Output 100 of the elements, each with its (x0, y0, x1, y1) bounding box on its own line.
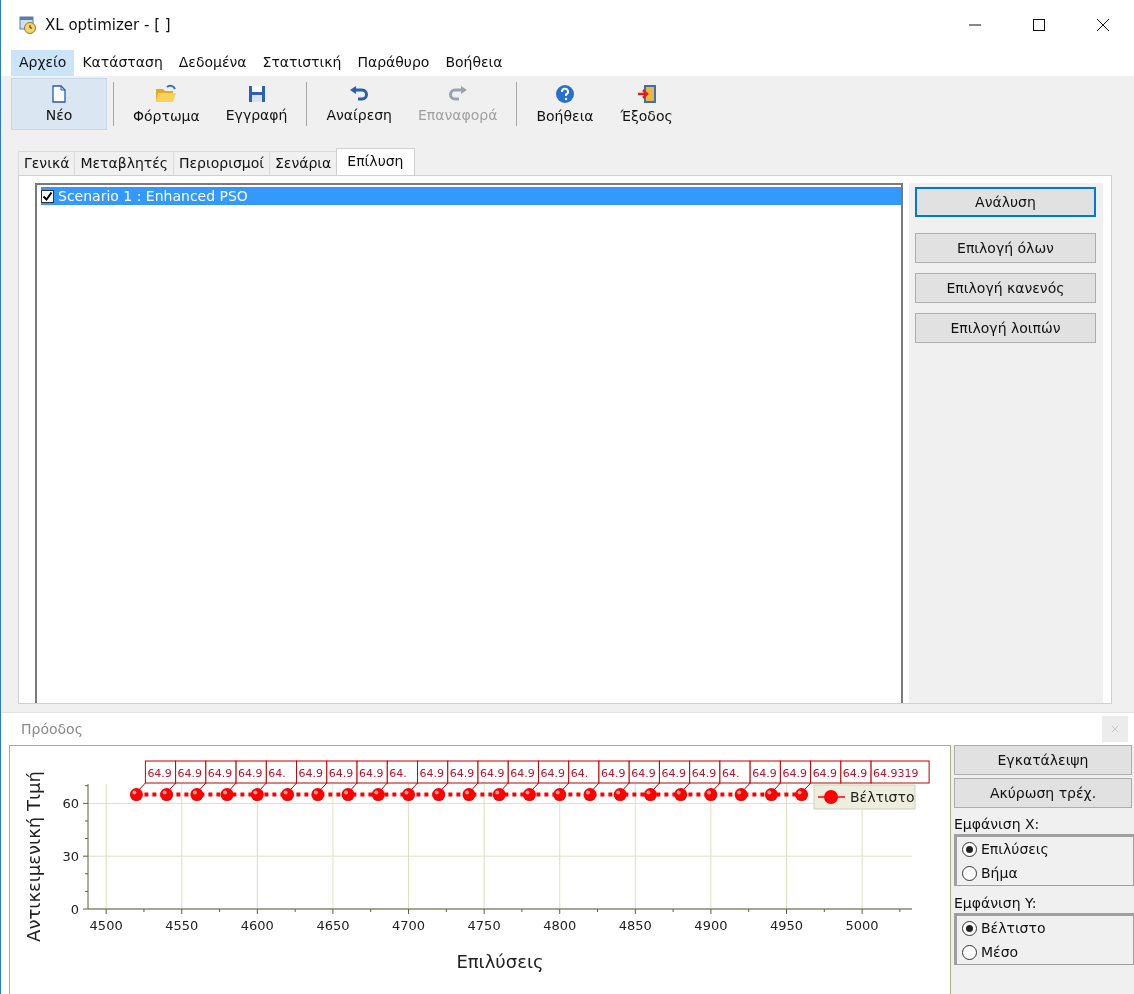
leader-line (622, 782, 630, 791)
data-label: 64.9 (628, 760, 660, 784)
toolbar-button[interactable]: Αναίρεση (313, 78, 405, 130)
data-point (160, 788, 174, 802)
toolbar-button[interactable]: Νέο (11, 78, 107, 130)
leader-line (773, 782, 781, 791)
leader-line (683, 782, 691, 791)
undo-icon (349, 85, 370, 103)
leader-line (501, 782, 509, 791)
checkbox[interactable] (41, 189, 54, 203)
tick-label: 4800 (543, 918, 577, 933)
menu-item[interactable]: Αρχείο (11, 50, 75, 76)
leader-line (532, 782, 539, 791)
group-title: Εμφάνιση Y: (954, 894, 1038, 913)
data-label: 64.9 (417, 760, 449, 784)
toolbar-button[interactable]: Εγγραφή (212, 78, 301, 130)
radio-option[interactable]: Βήμα (962, 865, 1133, 881)
menu-item[interactable]: Δεδομένα (170, 50, 255, 76)
tick-label: 60 (62, 796, 79, 812)
tick-label: 4600 (240, 918, 274, 933)
data-label: 64.9 (658, 760, 691, 784)
action-button[interactable]: Εγκατάλειψη (954, 745, 1132, 775)
menu-item[interactable]: Βοήθεια (437, 50, 511, 76)
leader-line (411, 782, 419, 791)
data-label: 64.9 (689, 760, 721, 784)
data-point (311, 788, 325, 802)
data-label: 64.9 (779, 760, 812, 784)
data-point (643, 788, 657, 802)
close-icon[interactable] (1096, 18, 1110, 32)
legend-label: Βέλτιστο (850, 789, 915, 805)
radio-option[interactable]: Μέσο (962, 944, 1133, 960)
radio-option[interactable]: Επιλύσεις (962, 841, 1133, 857)
leader-line (471, 782, 479, 791)
chart-legend: Βέλτιστο (813, 784, 916, 810)
toolbar-button[interactable]: Βοήθεια (523, 78, 607, 130)
data-point (764, 788, 778, 802)
tick-label: 4950 (769, 918, 804, 933)
toolbar-button[interactable]: Έξοδος (606, 78, 687, 130)
data-point (250, 788, 264, 802)
data-point (613, 788, 627, 802)
data-point (402, 788, 416, 802)
data-point (734, 788, 748, 802)
data-label: 64.9 (296, 760, 328, 784)
radio-option[interactable]: Βέλτιστο (962, 920, 1133, 936)
leader-line (380, 782, 388, 791)
data-point (220, 788, 234, 802)
side-button[interactable]: Ανάλυση (915, 187, 1096, 217)
leader-line (743, 782, 751, 791)
leader-line (592, 782, 600, 791)
menu-item[interactable]: Κατάσταση (74, 50, 171, 76)
leader-line (259, 782, 267, 791)
data-label: 64.9 (326, 760, 358, 784)
axis-title: Επιλύσεις (456, 951, 544, 972)
side-button[interactable]: Επιλογή κανενός (915, 273, 1096, 303)
data-point (553, 788, 567, 802)
leader-line (713, 782, 721, 791)
data-point (795, 788, 809, 802)
data-point (129, 788, 143, 802)
exit-door-icon (636, 84, 657, 104)
data-label: 64.9 (447, 760, 479, 784)
data-label: 64.9 (205, 760, 237, 784)
leader-line (199, 782, 207, 791)
data-point (704, 788, 718, 802)
tick-label: 5000 (845, 918, 879, 933)
side-button[interactable]: Επιλογή λοιπών (915, 313, 1096, 343)
tick-label: 4500 (89, 918, 123, 933)
tick-label: 0 (70, 902, 79, 917)
toolbar-button[interactable]: Φόρτωμα (120, 78, 213, 130)
tick-label: 4900 (694, 918, 728, 933)
data-label: 64.9 (507, 760, 539, 784)
data-label: 64.9 (810, 760, 842, 784)
tab[interactable]: Επίλυση (336, 148, 415, 175)
document-icon (51, 85, 67, 103)
leader-line (138, 782, 146, 791)
data-label: 64. (568, 760, 600, 784)
group-title: Εμφάνιση X: (954, 815, 1041, 834)
data-label: 64.9 (235, 760, 267, 784)
calendar-clock-icon (19, 16, 37, 34)
maximize-icon[interactable] (1032, 18, 1046, 32)
help-icon (555, 84, 576, 104)
leader-line (804, 782, 812, 791)
data-point (462, 788, 476, 802)
leader-line (320, 782, 328, 791)
leader-line (562, 782, 570, 791)
data-point (371, 788, 385, 802)
leader-line (441, 782, 449, 791)
data-label: 64.9 (749, 760, 781, 784)
action-button[interactable]: Ακύρωση τρέχ. (954, 778, 1132, 808)
data-point (432, 788, 446, 802)
data-point (492, 788, 506, 802)
tick-label: 4850 (618, 918, 652, 933)
menu-item[interactable]: Παράθυρο (349, 50, 438, 76)
tab[interactable]: Γενικά (18, 151, 76, 175)
data-point (583, 788, 597, 802)
menu-item[interactable]: Στατιστική (254, 50, 350, 76)
data-point (523, 788, 536, 802)
side-button[interactable]: Επιλογή όλων (915, 233, 1096, 263)
tick-label: 4700 (392, 918, 426, 933)
tick-label: 4750 (467, 918, 501, 933)
tick-label: 4650 (316, 918, 350, 933)
